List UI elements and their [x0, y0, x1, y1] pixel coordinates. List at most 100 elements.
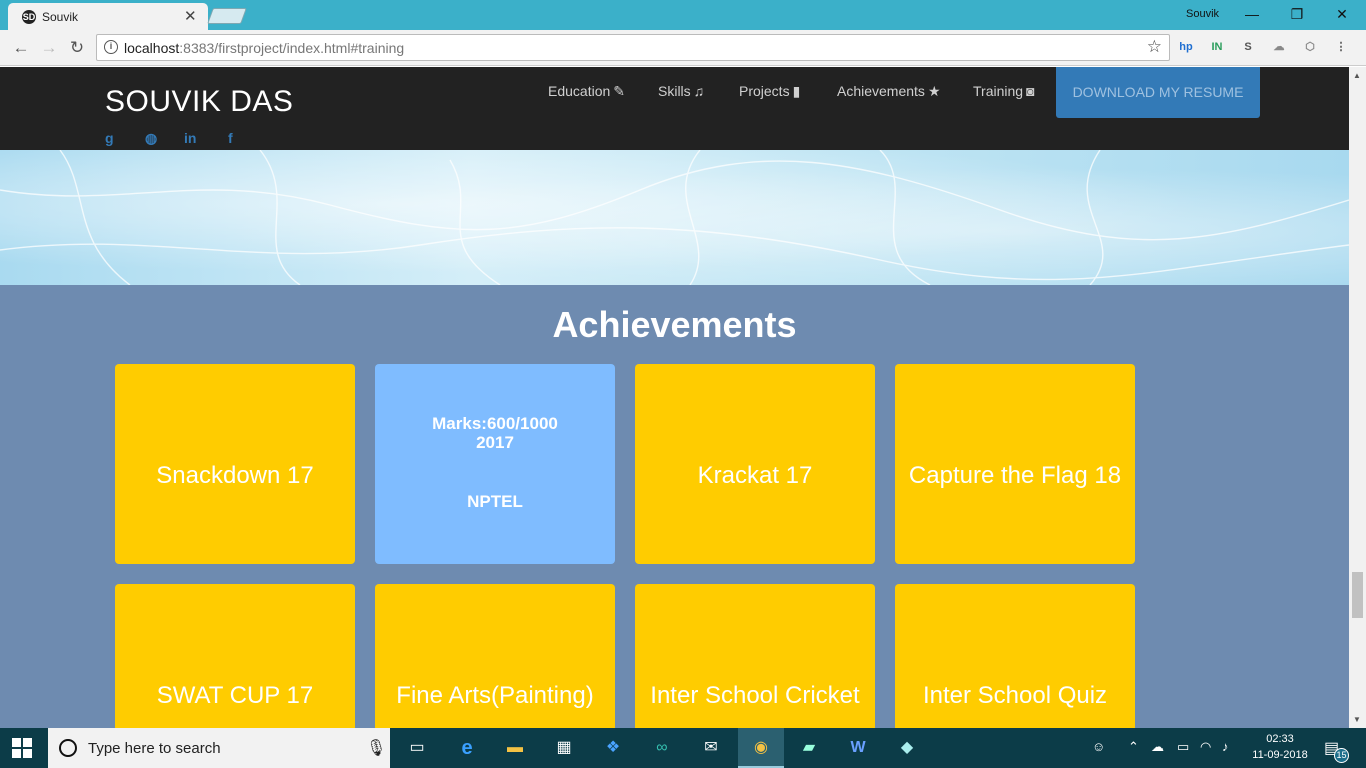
download-resume-button[interactable]: DOWNLOAD MY RESUME: [1056, 67, 1260, 118]
nav-projects-label: Projects: [739, 83, 790, 99]
reload-button[interactable]: ↻: [65, 36, 89, 60]
in-extension-icon[interactable]: IN: [1208, 38, 1226, 56]
taskbar-clock[interactable]: 02:33 11-09-2018: [1252, 731, 1308, 763]
pencil-icon: ✎: [613, 83, 626, 99]
cloud-extension-icon[interactable]: ☁: [1270, 38, 1288, 56]
card-title: Capture the Flag 18: [908, 462, 1122, 489]
wifi-icon[interactable]: ◠: [1200, 739, 1211, 755]
microphone-icon[interactable]: 🎙: [366, 738, 386, 758]
info-icon[interactable]: i: [104, 40, 118, 54]
ice-crack-texture: [0, 149, 1349, 286]
site-navbar: SOUVIK DAS g ◍ in f Education ✎ Skills ♫ P…: [0, 67, 1349, 150]
linkedin-icon[interactable]: in: [184, 130, 196, 146]
tab-favicon-icon: SD: [22, 10, 36, 24]
card-title: Krackat 17: [697, 462, 813, 489]
edge-icon[interactable]: e: [455, 736, 479, 760]
card-back-line2: 2017: [476, 433, 514, 452]
nav-skills[interactable]: Skills ♫: [658, 83, 704, 99]
page-viewport: SOUVIK DAS g ◍ in f Education ✎ Skills ♫ P…: [0, 67, 1349, 728]
taskbar-search[interactable]: Type here to search 🎙: [48, 728, 390, 768]
arduino-icon[interactable]: ∞: [650, 736, 674, 760]
browser-tab[interactable]: SD Souvik ✕: [8, 3, 208, 30]
achievement-card[interactable]: Inter School Quiz: [895, 584, 1135, 728]
achievement-card[interactable]: Capture the Flag 18: [895, 364, 1135, 564]
mail-icon[interactable]: ✉: [699, 736, 723, 760]
dropbox-icon[interactable]: ❖: [601, 736, 625, 760]
new-tab-button[interactable]: [207, 8, 247, 24]
google-plus-icon[interactable]: g: [105, 130, 114, 146]
nav-education-label: Education: [548, 83, 611, 99]
music-icon: ♫: [693, 83, 705, 99]
achievement-card[interactable]: Inter School Cricket: [635, 584, 875, 728]
task-view-icon[interactable]: ▭: [405, 736, 429, 760]
browser-title-bar: SD Souvik ✕ Souvik — ❐ ✕: [0, 0, 1366, 30]
card-back-line1: Marks:600/1000: [432, 414, 558, 433]
card-back-marks: Marks:600/1000 2017: [375, 414, 615, 452]
clock-time: 02:33: [1266, 733, 1294, 745]
nav-skills-label: Skills: [658, 83, 691, 99]
nav-achievements[interactable]: Achievements ★: [837, 83, 941, 100]
card-back-sub: NPTEL: [467, 492, 523, 511]
cortana-icon: [59, 739, 77, 757]
card-title: Inter School Cricket: [650, 682, 860, 709]
profile-name[interactable]: Souvik: [1186, 8, 1219, 20]
notification-count-badge: 15: [1334, 748, 1349, 763]
facebook-icon[interactable]: f: [228, 130, 233, 146]
nav-training-label: Training: [973, 83, 1024, 99]
people-icon[interactable]: ☺: [1092, 739, 1105, 754]
virtualbox-icon[interactable]: ◆: [895, 736, 919, 760]
url-text[interactable]: localhost:8383/firstproject/index.html#t…: [124, 40, 404, 56]
achievements-heading: Achievements: [552, 304, 797, 345]
card-title: Inter School Quiz: [922, 682, 1108, 709]
file-explorer-icon[interactable]: ▬: [503, 736, 527, 760]
url-host: localhost: [124, 40, 180, 56]
url-path: :8383/firstproject/index.html#training: [179, 40, 405, 56]
chrome-icon: ◉: [754, 739, 768, 756]
scroll-down-icon[interactable]: ▼: [1353, 715, 1361, 724]
achievement-card[interactable]: Krackat 17: [635, 364, 875, 564]
tab-close-icon[interactable]: ✕: [184, 7, 197, 25]
file-icon: ▮: [792, 83, 801, 99]
hp-extension-icon[interactable]: hp: [1177, 38, 1195, 56]
battery-icon[interactable]: ▭: [1177, 739, 1189, 755]
menu-icon[interactable]: ⋮: [1332, 38, 1350, 56]
forward-button[interactable]: →: [37, 36, 61, 60]
card-title: Snackdown 17: [156, 462, 314, 489]
address-bar[interactable]: i localhost:8383/firstproject/index.html…: [96, 34, 1170, 61]
achievement-card[interactable]: Fine Arts(Painting): [375, 584, 615, 728]
bookmark-star-icon[interactable]: ☆: [1147, 37, 1162, 57]
achievement-card[interactable]: Snackdown 17: [115, 364, 355, 564]
nav-training[interactable]: Training ◙: [973, 83, 1035, 99]
clock-date: 11-09-2018: [1252, 749, 1308, 761]
star-icon: ★: [927, 83, 941, 99]
camera-icon: ◙: [1026, 83, 1035, 99]
browser-toolbar: ← → ↻ i localhost:8383/firstproject/inde…: [0, 30, 1366, 66]
windows-taskbar: Type here to search 🎙 ▭ e ▬ ▦ ❖ ∞ ✉ ◉ ▰ …: [0, 728, 1366, 768]
page-scrollbar[interactable]: ▲ ▼: [1349, 67, 1366, 728]
card-title: SWAT CUP 17: [156, 682, 314, 709]
cube-extension-icon[interactable]: ⬡: [1301, 38, 1319, 56]
nav-education[interactable]: Education ✎: [548, 83, 625, 100]
windows-start-icon[interactable]: [12, 738, 32, 758]
close-window-button[interactable]: ✕: [1327, 4, 1357, 24]
word-icon[interactable]: W: [846, 736, 870, 760]
card-title: Fine Arts(Painting): [396, 682, 594, 709]
site-brand[interactable]: SOUVIK DAS: [105, 85, 293, 119]
achievement-card-flipped[interactable]: Marks:600/1000 2017 NPTEL: [375, 364, 615, 564]
notes-app-icon[interactable]: ▰: [797, 736, 821, 760]
github-icon[interactable]: ◍: [145, 130, 157, 147]
onedrive-icon[interactable]: ☁: [1151, 739, 1164, 755]
s-extension-icon[interactable]: S: [1239, 38, 1257, 56]
nav-projects[interactable]: Projects ▮: [739, 83, 800, 100]
minimize-button[interactable]: —: [1237, 4, 1267, 24]
back-button[interactable]: ←: [9, 36, 33, 60]
volume-icon[interactable]: ♪: [1222, 739, 1229, 754]
scroll-up-icon[interactable]: ▲: [1353, 71, 1361, 80]
tray-expand-icon[interactable]: ⌃: [1128, 739, 1139, 755]
restore-button[interactable]: ❐: [1282, 4, 1312, 24]
achievement-card[interactable]: SWAT CUP 17: [115, 584, 355, 728]
scroll-thumb[interactable]: [1352, 572, 1363, 618]
store-icon[interactable]: ▦: [552, 736, 576, 760]
hero-ice-image: [0, 149, 1349, 286]
taskbar-search-placeholder: Type here to search: [88, 740, 221, 757]
